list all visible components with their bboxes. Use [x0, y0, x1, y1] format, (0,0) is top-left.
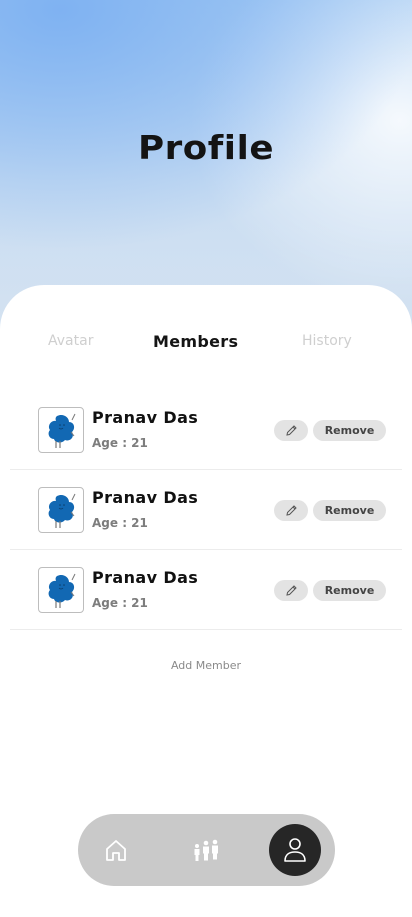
add-member-button[interactable]: Add Member: [0, 659, 412, 672]
list-item: Pranav Das Age : 21 Remove: [10, 470, 402, 550]
remove-button[interactable]: Remove: [313, 580, 386, 601]
page-title: Profile: [137, 128, 275, 167]
list-item: Pranav Das Age : 21 Remove: [10, 390, 402, 470]
family-icon: [194, 839, 218, 861]
nav-family[interactable]: [180, 824, 232, 876]
member-age: Age : 21: [92, 516, 148, 530]
edit-button[interactable]: [274, 580, 308, 601]
member-age: Age : 21: [92, 436, 148, 450]
tab-members[interactable]: Members: [153, 332, 238, 351]
edit-button[interactable]: [274, 500, 308, 521]
bottom-nav: [78, 814, 335, 886]
remove-button[interactable]: Remove: [313, 500, 386, 521]
tab-history[interactable]: History: [302, 333, 352, 349]
member-name: Pranav Das: [92, 408, 199, 427]
home-icon: [106, 840, 126, 861]
nav-profile[interactable]: [269, 824, 321, 876]
avatar: [38, 567, 84, 613]
remove-button[interactable]: Remove: [313, 420, 386, 441]
tab-avatar[interactable]: Avatar: [48, 333, 93, 349]
edit-button[interactable]: [274, 420, 308, 441]
list-item: Pranav Das Age : 21 Remove: [10, 550, 402, 630]
avatar: [38, 407, 84, 453]
blob-character-icon: [48, 493, 76, 528]
member-age: Age : 21: [92, 596, 148, 610]
tab-bar: Avatar Members History: [0, 332, 412, 355]
pencil-icon: [285, 585, 297, 596]
member-list: Pranav Das Age : 21 Remove Pranav Das Ag…: [0, 390, 412, 630]
person-icon: [284, 838, 306, 862]
pencil-icon: [285, 425, 297, 436]
blob-character-icon: [48, 573, 76, 608]
blob-character-icon: [48, 413, 76, 448]
avatar: [38, 487, 84, 533]
member-name: Pranav Das: [92, 488, 199, 507]
nav-home[interactable]: [90, 824, 142, 876]
pencil-icon: [285, 505, 297, 516]
member-name: Pranav Das: [92, 568, 199, 587]
